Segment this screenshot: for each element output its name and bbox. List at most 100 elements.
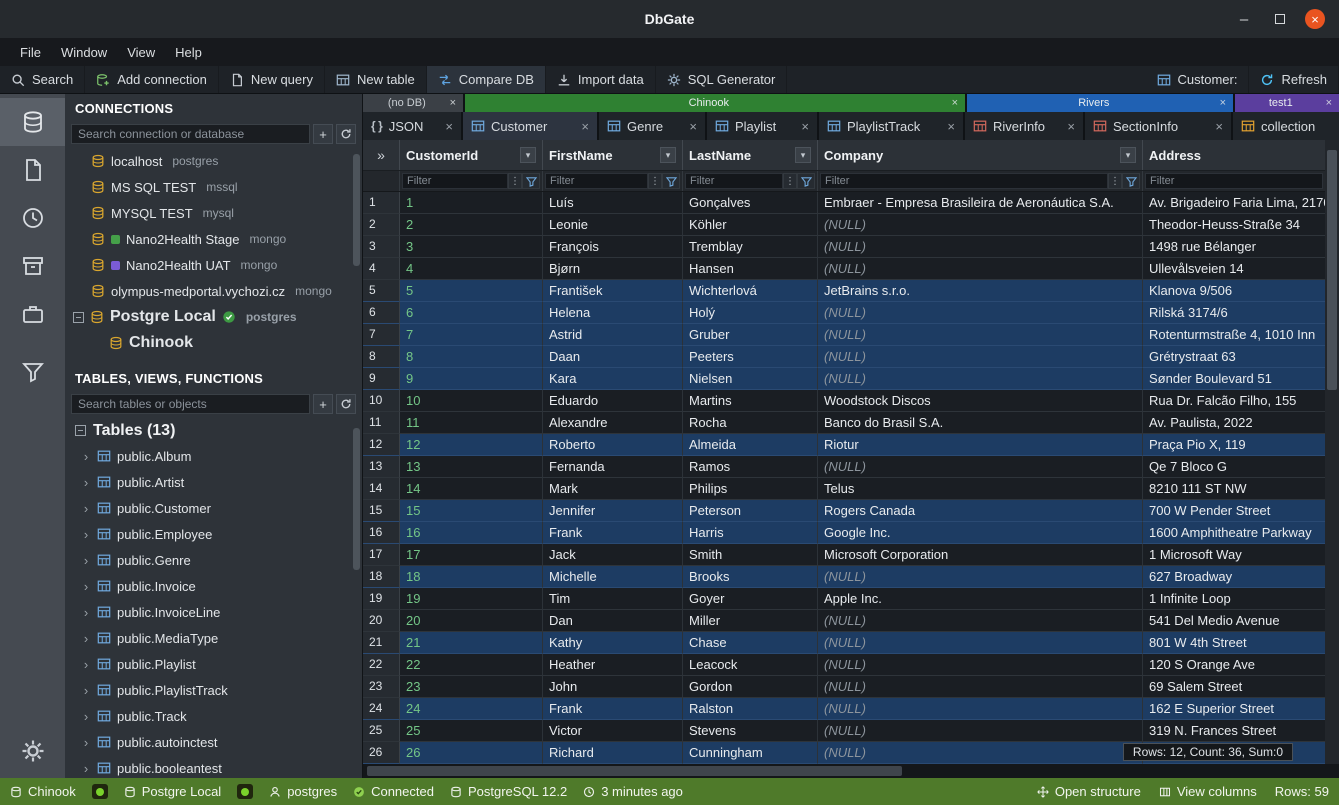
db-tab-test1[interactable]: test1 × (1235, 94, 1339, 112)
cell-firstname[interactable]: Daan (543, 346, 683, 368)
rail-files-button[interactable] (0, 146, 65, 194)
cell-firstname[interactable]: Victor (543, 720, 683, 742)
row-number[interactable]: 15 (363, 500, 400, 522)
cell-lastname[interactable]: Goyer (683, 588, 818, 610)
filter-input[interactable] (820, 173, 1108, 189)
table-tree-item[interactable]: public.booleantest (65, 755, 362, 778)
filter-funnel-button[interactable] (797, 173, 815, 189)
database-item-chinook[interactable]: Chinook (65, 330, 362, 356)
cell-address[interactable]: 627 Broadway (1143, 566, 1325, 588)
cell-address[interactable]: 1 Microsoft Way (1143, 544, 1325, 566)
column-header-firstname[interactable]: FirstName (543, 140, 683, 170)
cell-customerid[interactable]: 11 (400, 412, 543, 434)
cell-lastname[interactable]: Smith (683, 544, 818, 566)
tab-json[interactable]: { } JSON × (363, 112, 463, 140)
cell-lastname[interactable]: Rocha (683, 412, 818, 434)
cell-firstname[interactable]: Fernanda (543, 456, 683, 478)
cell-lastname[interactable]: Gordon (683, 676, 818, 698)
cell-address[interactable]: 1 Infinite Loop (1143, 588, 1325, 610)
cell-firstname[interactable]: Frank (543, 698, 683, 720)
cell-address[interactable]: 319 N. Frances Street (1143, 720, 1325, 742)
cell-address[interactable]: Qe 7 Bloco G (1143, 456, 1325, 478)
table-tree-item[interactable]: public.Invoice (65, 573, 362, 599)
cell-address[interactable]: 1498 rue Bélanger (1143, 236, 1325, 258)
cell-company[interactable]: (NULL) (818, 214, 1143, 236)
rail-connections-button[interactable] (0, 98, 65, 146)
cell-customerid[interactable]: 1 (400, 192, 543, 214)
cell-lastname[interactable]: Chase (683, 632, 818, 654)
cell-company[interactable]: Rogers Canada (818, 500, 1143, 522)
chevron-right-icon[interactable] (81, 761, 91, 776)
db-tab-chinook[interactable]: Chinook × (465, 94, 965, 112)
cell-customerid[interactable]: 3 (400, 236, 543, 258)
cell-customerid[interactable]: 23 (400, 676, 543, 698)
row-number[interactable]: 25 (363, 720, 400, 742)
cell-firstname[interactable]: Helena (543, 302, 683, 324)
tables-group-row[interactable]: Tables (13) (65, 418, 362, 443)
filter-funnel-button[interactable] (522, 173, 540, 189)
tab-playlisttrack[interactable]: PlaylistTrack × (819, 112, 965, 140)
search-button[interactable]: Search (0, 66, 85, 93)
statusbar-database[interactable]: Chinook (10, 784, 76, 799)
chevron-right-icon[interactable] (81, 579, 91, 594)
row-number[interactable]: 23 (363, 676, 400, 698)
row-number[interactable]: 11 (363, 412, 400, 434)
chevron-right-icon[interactable] (81, 631, 91, 646)
cell-firstname[interactable]: Frank (543, 522, 683, 544)
table-tree-item[interactable]: public.Customer (65, 495, 362, 521)
chevron-down-icon[interactable] (520, 147, 536, 163)
connection-item[interactable]: MS SQL TEST mssql (65, 174, 362, 200)
close-icon[interactable]: × (1220, 97, 1226, 109)
table-row[interactable]: 6 6 Helena Holý (NULL) Rilská 3174/6 (363, 302, 1325, 324)
cell-company[interactable]: Banco do Brasil S.A. (818, 412, 1143, 434)
table-tree-item[interactable]: public.Playlist (65, 651, 362, 677)
cell-firstname[interactable]: Heather (543, 654, 683, 676)
add-object-small-button[interactable]: + (313, 394, 333, 414)
cell-company[interactable]: (NULL) (818, 236, 1143, 258)
cell-lastname[interactable]: Nielsen (683, 368, 818, 390)
table-row[interactable]: 15 15 Jennifer Peterson Rogers Canada 70… (363, 500, 1325, 522)
cell-lastname[interactable]: Peeters (683, 346, 818, 368)
tables-scrollbar-thumb[interactable] (353, 428, 360, 570)
compare-db-button[interactable]: Compare DB (427, 66, 546, 93)
cell-company[interactable]: (NULL) (818, 654, 1143, 676)
row-number[interactable]: 3 (363, 236, 400, 258)
row-number[interactable]: 19 (363, 588, 400, 610)
row-number[interactable]: 6 (363, 302, 400, 324)
db-tab-rivers[interactable]: Rivers × (967, 94, 1233, 112)
cell-address[interactable]: 541 Del Medio Avenue (1143, 610, 1325, 632)
cell-company[interactable]: (NULL) (818, 566, 1143, 588)
cell-address[interactable]: Klanova 9/506 (1143, 280, 1325, 302)
cell-address[interactable]: 1600 Amphitheatre Parkway (1143, 522, 1325, 544)
connection-item[interactable]: localhost postgres (65, 148, 362, 174)
maximize-button[interactable] (1269, 8, 1291, 30)
cell-company[interactable]: (NULL) (818, 368, 1143, 390)
chevron-right-icon[interactable] (81, 657, 91, 672)
table-row[interactable]: 2 2 Leonie Köhler (NULL) Theodor-Heuss-S… (363, 214, 1325, 236)
table-row[interactable]: 7 7 Astrid Gruber (NULL) Rotenturmstraße… (363, 324, 1325, 346)
table-tree-item[interactable]: public.Artist (65, 469, 362, 495)
chevron-right-icon[interactable] (81, 501, 91, 516)
tab-genre[interactable]: Genre × (599, 112, 707, 140)
close-icon[interactable]: × (952, 97, 958, 109)
tab-playlist[interactable]: Playlist × (707, 112, 819, 140)
connection-item-postgre-local[interactable]: Postgre Local postgres (65, 304, 362, 330)
cell-customerid[interactable]: 2 (400, 214, 543, 236)
row-number[interactable]: 17 (363, 544, 400, 566)
filter-input[interactable] (402, 173, 508, 189)
cell-customerid[interactable]: 10 (400, 390, 543, 412)
row-number[interactable]: 22 (363, 654, 400, 676)
cell-company[interactable]: Google Inc. (818, 522, 1143, 544)
customer-tab-command-button[interactable]: Customer: (1146, 66, 1250, 93)
chevron-right-icon[interactable] (81, 605, 91, 620)
close-icon[interactable]: × (947, 119, 955, 134)
table-tree-item[interactable]: public.PlaylistTrack (65, 677, 362, 703)
kebab-menu-icon[interactable] (783, 173, 797, 189)
horizontal-scrollbar-thumb[interactable] (367, 766, 902, 776)
chevron-right-icon[interactable] (81, 709, 91, 724)
menu-file[interactable]: File (10, 45, 51, 60)
kebab-menu-icon[interactable] (1108, 173, 1122, 189)
cell-address[interactable]: Theodor-Heuss-Straße 34 (1143, 214, 1325, 236)
cell-firstname[interactable]: Kara (543, 368, 683, 390)
refresh-tables-button[interactable] (336, 394, 356, 414)
